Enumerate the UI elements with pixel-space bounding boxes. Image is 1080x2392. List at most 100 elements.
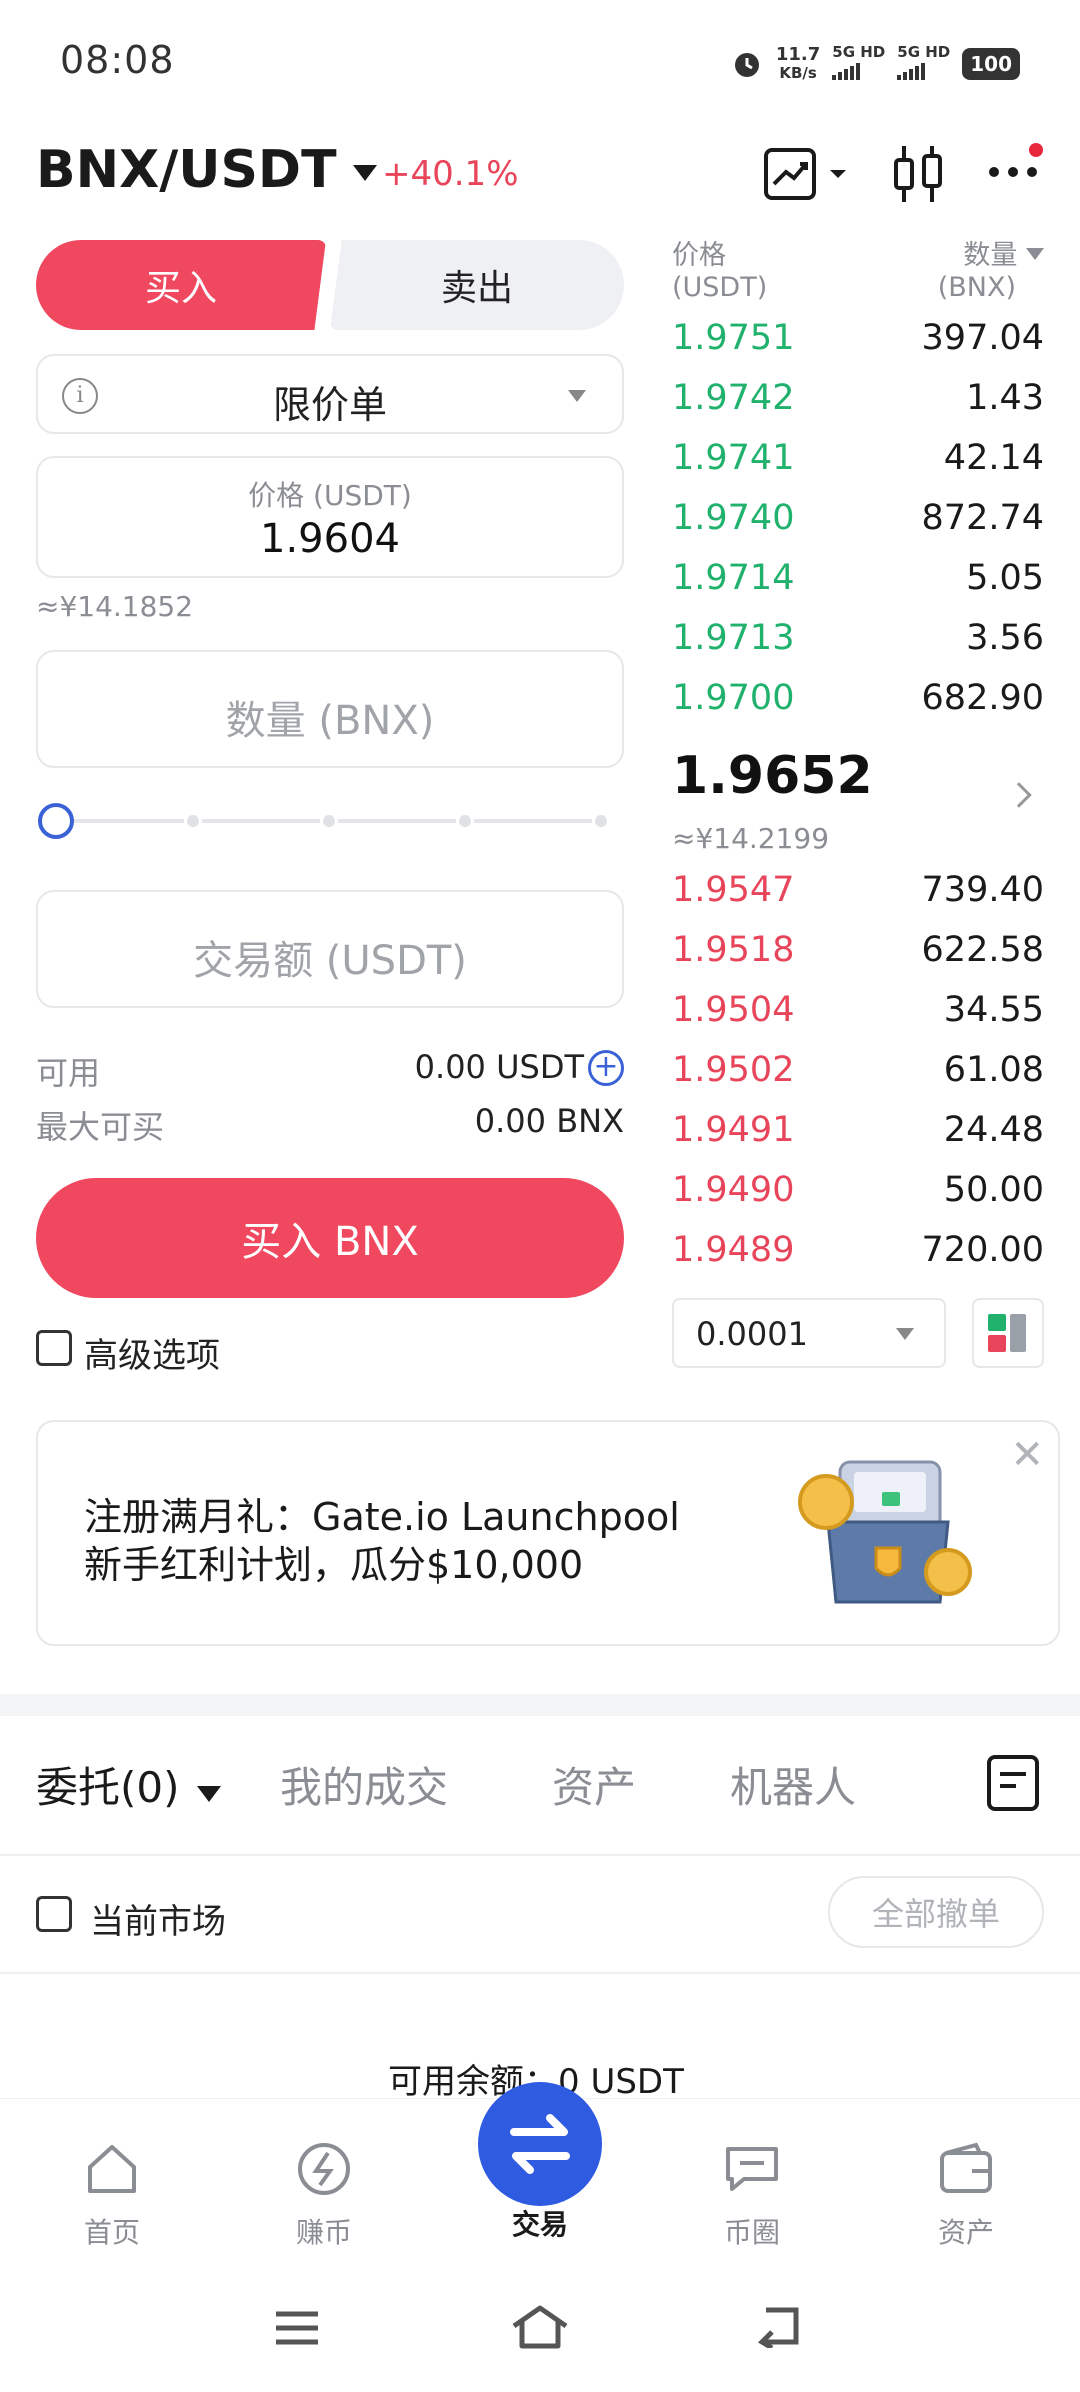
order-type-select[interactable]: i 限价单 — [36, 354, 624, 434]
orderbook-price: 1.9751 — [672, 318, 795, 358]
section-divider — [0, 1694, 1080, 1716]
orderbook-qty: 24.48 — [943, 1110, 1044, 1150]
orderbook-layout-button[interactable] — [972, 1298, 1044, 1368]
slider-stop-25[interactable] — [184, 812, 202, 830]
cancel-all-button[interactable]: 全部撤单 — [828, 1876, 1044, 1948]
chevron-down-icon — [352, 165, 377, 181]
orderbook-top_side-row[interactable]: 1.9741 42.14 — [672, 438, 1044, 498]
orderbook-bottom_side-row[interactable]: 1.9489 720.00 — [672, 1230, 1044, 1290]
nav-home[interactable]: 首页 — [52, 2141, 172, 2251]
orderbook-qty: 42.14 — [943, 438, 1044, 478]
orderbook-qty: 682.90 — [921, 678, 1044, 718]
nav-assets[interactable]: 资产 — [906, 2141, 1026, 2251]
slider-stop-75[interactable] — [456, 812, 474, 830]
orderbook-top_side-row[interactable]: 1.9751 397.04 — [672, 318, 1044, 378]
nav-community[interactable]: 币圈 — [692, 2141, 812, 2251]
orderbook-qty: 872.74 — [921, 498, 1044, 538]
tab-my-trades[interactable]: 我的成交 — [280, 1754, 448, 1815]
current-market-label: 当前市场 — [90, 1902, 226, 1942]
orderbook-bottom_side-row[interactable]: 1.9547 739.40 — [672, 870, 1044, 930]
orderbook-bottom_side-row[interactable]: 1.9502 61.08 — [672, 1050, 1044, 1110]
advanced-options-checkbox[interactable] — [36, 1330, 72, 1366]
qty-unit-dropdown-icon — [1026, 248, 1044, 260]
orderbook-top_side-row[interactable]: 1.9714 5.05 — [672, 558, 1044, 618]
orderbook-top_side-row[interactable]: 1.9700 682.90 — [672, 678, 1044, 738]
more-button[interactable] — [986, 140, 1046, 200]
order-history-icon — [987, 1755, 1039, 1811]
order-history-button[interactable] — [986, 1754, 1040, 1816]
orderbook-bottom_side-row[interactable]: 1.9518 622.58 — [672, 930, 1044, 990]
chart-selector[interactable] — [762, 146, 858, 206]
orderbook-price: 1.9504 — [672, 990, 795, 1030]
banner-line-1: 注册满月礼：Gate.io Launchpool — [84, 1495, 680, 1539]
quantity-placeholder: 数量 (BNX) — [225, 698, 435, 744]
back-icon[interactable] — [752, 2304, 806, 2348]
earn-icon — [298, 2143, 350, 2195]
orderbook-bottom_side-row[interactable]: 1.9490 50.00 — [672, 1170, 1044, 1230]
orderbook-qty: 622.58 — [921, 930, 1044, 970]
candlestick-button[interactable] — [890, 144, 946, 208]
orderbook-price: 1.9489 — [672, 1230, 795, 1270]
chevron-down-icon — [196, 1785, 221, 1802]
tab-sell[interactable]: 卖出 — [330, 240, 624, 330]
battery-icon: 100 — [962, 48, 1020, 80]
dropdown-arrow-icon — [896, 1328, 914, 1340]
signal-2: 5G HD — [897, 44, 950, 84]
pair-selector[interactable]: BNX/USDT — [36, 140, 377, 200]
filter-divider — [0, 1972, 1080, 1974]
tab-orders[interactable]: 委托(0) — [36, 1754, 221, 1815]
orderbook-qty: 3.56 — [966, 618, 1044, 658]
orderbook-qty: 5.05 — [966, 558, 1044, 598]
max-buy-value: 0.00 BNX — [474, 1102, 624, 1140]
dropdown-arrow-icon — [568, 390, 586, 402]
amount-input[interactable]: 交易额 (USDT) — [36, 890, 624, 1008]
price-change: +40.1% — [382, 154, 519, 194]
tab-buy[interactable]: 买入 — [36, 240, 326, 330]
orderbook-price: 1.9700 — [672, 678, 795, 718]
orderbook-qty: 34.55 — [943, 990, 1044, 1030]
orderbook-price: 1.9740 — [672, 498, 795, 538]
slider-stop-100[interactable] — [592, 812, 610, 830]
orderbook-top_side-row[interactable]: 1.9713 3.56 — [672, 618, 1044, 678]
slider-knob[interactable] — [38, 803, 74, 839]
orderbook-qty: 397.04 — [921, 318, 1044, 358]
buy-button[interactable]: 买入 BNX — [36, 1178, 624, 1298]
net-speed: 11.7 KB/s — [775, 44, 821, 83]
orderbook-top_side-row[interactable]: 1.9742 1.43 — [672, 378, 1044, 438]
alarm-icon — [734, 53, 759, 77]
tab-bots[interactable]: 机器人 — [730, 1754, 856, 1815]
signal-1: 5G HD — [832, 44, 885, 84]
swap-arrows-icon — [510, 2114, 570, 2174]
amount-placeholder: 交易额 (USDT) — [193, 938, 467, 984]
nav-earn[interactable]: 赚币 — [264, 2141, 384, 2251]
orderbook-bottom_side-row[interactable]: 1.9491 24.48 — [672, 1110, 1044, 1170]
current-market-checkbox[interactable] — [36, 1896, 72, 1932]
home-nav-icon[interactable] — [510, 2302, 570, 2352]
max-buy-label: 最大可买 — [36, 1108, 165, 1146]
home-icon — [88, 2145, 136, 2193]
trade-fab-button[interactable] — [478, 2082, 602, 2206]
close-icon[interactable]: ✕ — [1010, 1432, 1044, 1478]
tab-assets[interactable]: 资产 — [552, 1754, 636, 1815]
chart-line-icon — [764, 148, 846, 200]
price-input[interactable]: 价格 (USDT) 1.9604 — [36, 456, 624, 578]
last-price-cny: ≈¥14.2199 — [672, 822, 830, 855]
orderbook-qty: 61.08 — [943, 1050, 1044, 1090]
orderbook-bottom_side-row[interactable]: 1.9504 34.55 — [672, 990, 1044, 1050]
promo-banner[interactable]: 注册满月礼：Gate.io Launchpool 新手红利计划，瓜分$10,00… — [36, 1420, 1060, 1646]
orderbook-qty-header[interactable]: 数量 (BNX) — [938, 240, 1044, 304]
orderbook-top_side-row[interactable]: 1.9740 872.74 — [672, 498, 1044, 558]
orderbook-price-header: 价格 (USDT) — [672, 240, 768, 303]
orderbook-qty: 1.43 — [966, 378, 1044, 418]
orderbook-price: 1.9490 — [672, 1170, 795, 1210]
slider-stop-50[interactable] — [320, 812, 338, 830]
orderbook-price: 1.9518 — [672, 930, 795, 970]
precision-select[interactable]: 0.0001 — [672, 1298, 946, 1368]
pair-name: BNX/USDT — [36, 140, 337, 200]
orderbook-price: 1.9714 — [672, 558, 795, 598]
quantity-input[interactable]: 数量 (BNX) — [36, 650, 624, 768]
price-label: 价格 (USDT) — [248, 479, 412, 512]
deposit-plus-icon[interactable]: + — [588, 1050, 624, 1086]
chevron-right-icon[interactable] — [1006, 782, 1032, 808]
menu-icon[interactable] — [272, 2308, 322, 2348]
